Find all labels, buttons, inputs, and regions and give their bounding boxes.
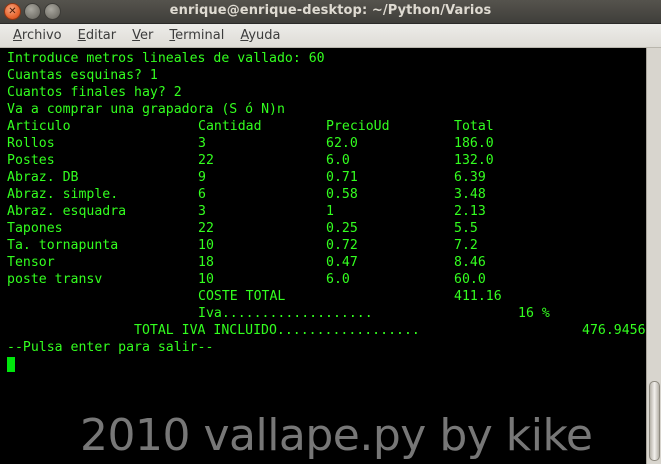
iva-value: 16 %: [518, 306, 550, 321]
prompt-esquinas: Cuantas esquinas? 1: [7, 68, 158, 83]
row-articulo: Postes: [7, 153, 55, 168]
row-precio: 6.0: [326, 272, 350, 287]
terminal-output[interactable]: Introduce metros lineales de vallado: 60…: [0, 48, 646, 464]
total-iva-value: 476.9456: [582, 323, 646, 338]
header-preciou: PrecioUd: [326, 119, 390, 134]
row-cantidad: 3: [198, 136, 206, 151]
title-bar[interactable]: ✕ enrique@enrique-desktop: ~/Python/Vari…: [0, 0, 661, 24]
row-articulo: Tensor: [7, 255, 55, 270]
row-total: 60.0: [454, 272, 486, 287]
coste-total-label: COSTE TOTAL: [198, 289, 286, 304]
window-title: enrique@enrique-desktop: ~/Python/Varios: [169, 3, 492, 18]
row-total: 6.39: [454, 170, 486, 185]
menu-bar: Archivo Editar Ver Terminal Ayuda: [0, 24, 661, 48]
row-precio: 0.25: [326, 221, 358, 236]
terminal-cursor: [7, 357, 15, 372]
vertical-scrollbar[interactable]: [646, 48, 661, 464]
prompt-grapadora: Va a comprar una grapadora (S ó N)n: [7, 102, 285, 117]
prompt-finales: Cuantos finales hay? 2: [7, 85, 182, 100]
row-articulo: Tapones: [7, 221, 63, 236]
row-articulo: poste transv: [7, 272, 103, 287]
row-total: 5.5: [454, 221, 478, 236]
header-cantidad: Cantidad: [198, 119, 262, 134]
menu-ver-mnemonic: V: [132, 27, 141, 43]
row-cantidad: 10: [198, 272, 214, 287]
row-precio: 0.71: [326, 170, 358, 185]
menu-ayuda-label: yuda: [248, 27, 281, 43]
watermark-caption: 2010 vallape.py by kike: [80, 410, 593, 461]
row-cantidad: 22: [198, 153, 214, 168]
scrollbar-thumb[interactable]: [649, 381, 660, 461]
menu-ver[interactable]: Ver: [124, 25, 161, 47]
row-articulo: Abraz. esquadra: [7, 204, 127, 219]
row-cantidad: 9: [198, 170, 206, 185]
row-total: 8.46: [454, 255, 486, 270]
row-precio: 0.47: [326, 255, 358, 270]
menu-editar-label: ditar: [85, 27, 117, 43]
menu-archivo-label: rchivo: [21, 27, 62, 43]
row-total: 2.13: [454, 204, 486, 219]
header-total: Total: [454, 119, 494, 134]
row-precio: 0.72: [326, 238, 358, 253]
menu-editar[interactable]: Editar: [70, 25, 125, 47]
row-articulo: Ta. tornapunta: [7, 238, 119, 253]
row-total: 186.0: [454, 136, 494, 151]
row-total: 3.48: [454, 187, 486, 202]
prompt-metros: Introduce metros lineales de vallado: 60: [7, 51, 325, 66]
menu-archivo[interactable]: Archivo: [5, 25, 70, 47]
coste-total-value: 411.16: [454, 289, 502, 304]
row-precio: 0.58: [326, 187, 358, 202]
menu-ver-label: er: [140, 27, 154, 43]
row-articulo: Abraz. simple.: [7, 187, 119, 202]
row-precio: 6.0: [326, 153, 350, 168]
row-cantidad: 6: [198, 187, 206, 202]
row-total: 132.0: [454, 153, 494, 168]
menu-terminal-label: erminal: [175, 27, 225, 43]
menu-archivo-mnemonic: A: [13, 27, 22, 43]
row-total: 7.2: [454, 238, 478, 253]
iva-label: Iva...................: [198, 306, 373, 321]
row-cantidad: 22: [198, 221, 214, 236]
exit-prompt: --Pulsa enter para salir--: [7, 340, 214, 355]
row-cantidad: 18: [198, 255, 214, 270]
row-cantidad: 3: [198, 204, 206, 219]
row-precio: 62.0: [326, 136, 358, 151]
menu-terminal[interactable]: Terminal: [161, 25, 232, 47]
terminal-window: ✕ enrique@enrique-desktop: ~/Python/Vari…: [0, 0, 661, 464]
row-articulo: Rollos: [7, 136, 55, 151]
total-iva-label: TOTAL IVA INCLUIDO..................: [134, 323, 420, 338]
row-precio: 1: [326, 204, 334, 219]
header-articulo: Articulo: [7, 119, 71, 134]
row-articulo: Abraz. DB: [7, 170, 79, 185]
menu-ayuda[interactable]: Ayuda: [232, 25, 288, 47]
row-cantidad: 10: [198, 238, 214, 253]
menu-editar-mnemonic: E: [77, 27, 86, 43]
